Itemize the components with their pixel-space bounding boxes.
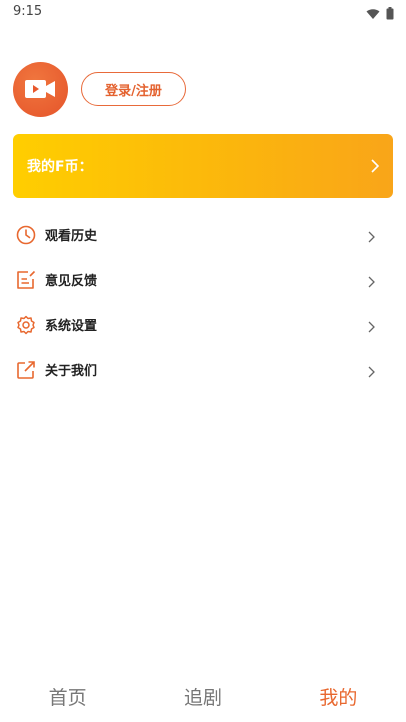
menu-item-system-settings[interactable]: 系统设置 [13,302,393,347]
chevron-right-icon [368,318,375,337]
status-bar: 9:15 [0,0,406,24]
battery-icon [386,5,394,24]
wifi-icon [366,5,380,24]
feedback-icon [15,269,37,291]
menu-item-label: 意见反馈 [45,274,98,289]
external-link-icon [15,359,37,381]
chevron-right-icon [371,158,380,177]
bottom-nav: 首页 追剧 我的 [0,670,406,722]
menu-item-label: 系统设置 [45,319,98,334]
gear-icon [15,314,37,336]
settings-menu: 观看历史 意见反馈 系统设置 关于我们 [13,212,393,392]
tab-follow-series[interactable]: 追剧 [135,670,270,722]
chevron-right-icon [368,363,375,382]
avatar[interactable] [13,62,68,117]
menu-item-feedback[interactable]: 意见反馈 [13,257,393,302]
login-register-button[interactable]: 登录/注册 [81,72,186,106]
tab-home[interactable]: 首页 [0,670,135,722]
status-time: 9:15 [13,4,43,19]
menu-item-label: 关于我们 [45,364,98,379]
menu-item-watch-history[interactable]: 观看历史 [13,212,393,257]
chevron-right-icon [368,273,375,292]
profile-section: 登录/注册 [13,62,393,118]
video-camera-icon [25,80,55,98]
chevron-right-icon [368,228,375,247]
clock-icon [15,224,37,246]
menu-item-label: 观看历史 [45,229,98,244]
status-icons [366,5,394,24]
coin-label: 我的F币： [27,159,93,175]
tab-mine[interactable]: 我的 [271,670,406,722]
coin-card[interactable]: 我的F币： [13,134,393,198]
menu-item-about-us[interactable]: 关于我们 [13,347,393,392]
